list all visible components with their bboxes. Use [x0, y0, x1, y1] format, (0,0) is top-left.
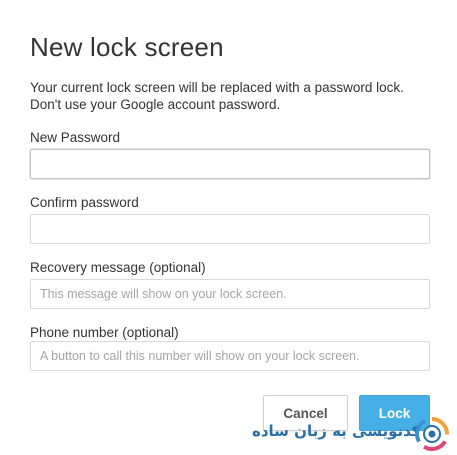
new-password-input[interactable]: [30, 149, 430, 179]
recovery-message-label: Recovery message (optional): [30, 260, 206, 275]
watermark-text: کدنویسی به زبان ساده: [252, 422, 421, 440]
new-lock-screen-dialog: New lock screen Your current lock screen…: [0, 0, 457, 455]
description-line-1: Your current lock screen will be replace…: [30, 80, 404, 95]
phone-number-label: Phone number (optional): [30, 325, 179, 340]
dialog-title: New lock screen: [30, 32, 224, 62]
phone-number-input[interactable]: [30, 341, 430, 371]
new-password-label: New Password: [30, 130, 121, 145]
confirm-password-input[interactable]: [30, 214, 430, 244]
description-line-2: Don't use your Google account password.: [30, 97, 281, 112]
watermark: کدنویسی به زبان ساده: [252, 415, 457, 455]
confirm-password-label: Confirm password: [30, 195, 139, 210]
recovery-message-input[interactable]: [30, 279, 430, 309]
dialog-description: Your current lock screen will be replace…: [30, 79, 430, 113]
site-logo-icon: [415, 417, 449, 451]
